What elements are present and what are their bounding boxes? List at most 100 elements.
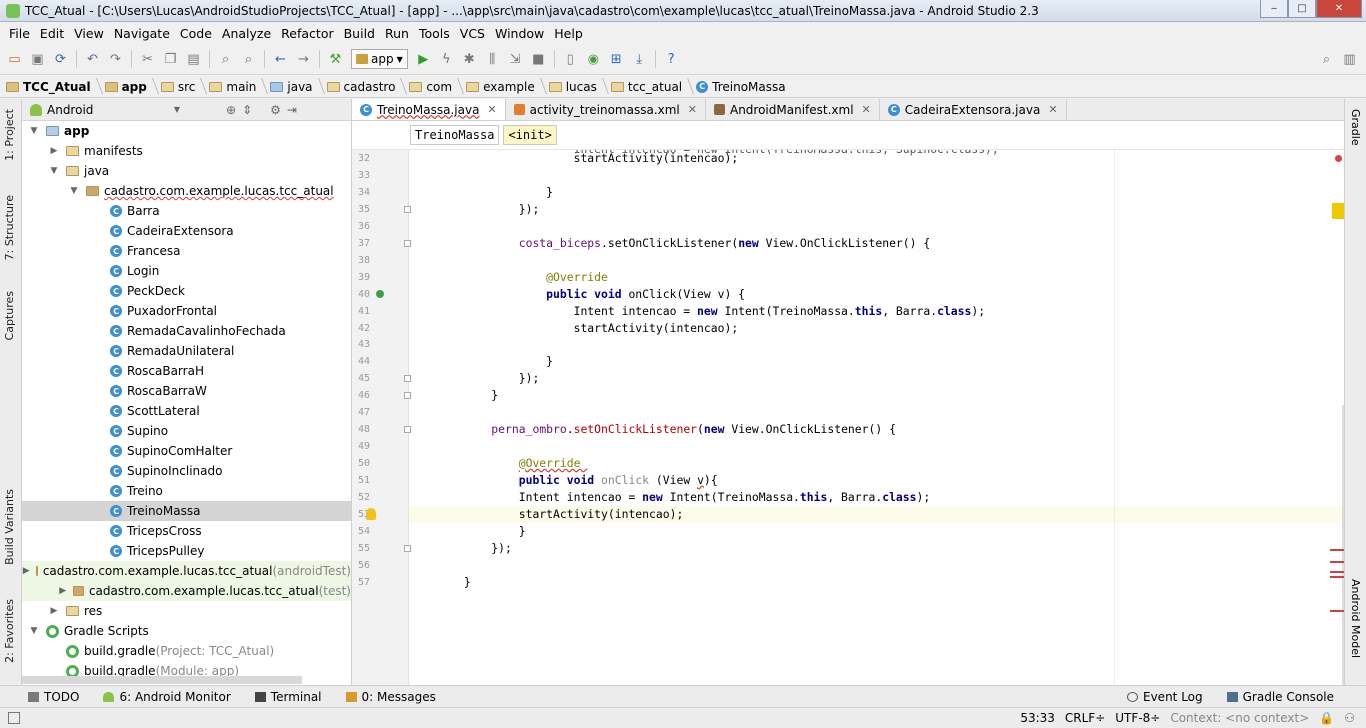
layout-icon[interactable]: ▥ <box>1339 49 1360 70</box>
menu-help[interactable]: Help <box>549 26 588 41</box>
tree-node[interactable]: ▼ app <box>22 121 351 141</box>
copy-icon[interactable]: ❐ <box>160 49 181 70</box>
error-indicator-icon[interactable] <box>1335 155 1342 162</box>
tree-node[interactable]: C SupinoInclinado <box>22 461 351 481</box>
breadcrumb-app[interactable]: app <box>104 80 161 94</box>
maximize-button[interactable]: □ <box>1288 0 1316 18</box>
code-line[interactable]: Intent intencao = new Intent(TreinoMassa… <box>409 489 1344 506</box>
menu-navigate[interactable]: Navigate <box>109 26 175 41</box>
toggle-tool-windows-icon[interactable] <box>8 712 20 724</box>
tab-build-variants[interactable]: Build Variants <box>3 489 16 565</box>
menu-window[interactable]: Window <box>490 26 549 41</box>
error-stripe[interactable] <box>1330 571 1344 573</box>
search-everywhere-icon[interactable]: ⌕ <box>1316 49 1337 70</box>
code-line[interactable]: }); <box>409 540 1344 557</box>
tree-node[interactable]: ▼ Gradle Scripts <box>22 621 351 641</box>
help-icon[interactable]: ? <box>661 49 682 70</box>
tree-node[interactable]: ▼ cadastro.com.example.lucas.tcc_atual <box>22 181 351 201</box>
tree-node[interactable]: build.gradle (Project: TCC_Atual) <box>22 641 351 661</box>
attach-debugger-icon[interactable]: ⇲ <box>505 49 526 70</box>
menu-view[interactable]: View <box>69 26 109 41</box>
tab-gradle[interactable]: Gradle <box>1349 109 1362 146</box>
breadcrumb-com[interactable]: com <box>409 80 466 94</box>
close-icon[interactable]: ✕ <box>862 103 871 116</box>
breadcrumb-treinomassa[interactable]: C TreinoMassa <box>696 80 799 94</box>
tree-node[interactable]: C TricepsCross <box>22 521 351 541</box>
expanded-arrow-icon[interactable]: ▼ <box>28 126 40 136</box>
replace-icon[interactable]: ⌕ <box>238 49 259 70</box>
close-button[interactable]: ✕ <box>1316 0 1362 18</box>
code-line[interactable] <box>409 167 1344 184</box>
profile-icon[interactable]: ⫼ <box>482 49 503 70</box>
tree-node[interactable]: C Francesa <box>22 241 351 261</box>
undo-icon[interactable]: ↶ <box>82 49 103 70</box>
tab-project[interactable]: 1: Project <box>3 109 16 161</box>
avd-manager-icon[interactable]: ▯ <box>560 49 581 70</box>
code-line[interactable]: startActivity(intencao); <box>409 320 1344 337</box>
breadcrumb-cadastro[interactable]: cadastro <box>326 80 410 94</box>
sdk-manager-icon[interactable]: ⤓ <box>629 49 650 70</box>
tree-node[interactable]: C TreinoMassa <box>22 501 351 521</box>
debug-icon[interactable]: ✱ <box>459 49 480 70</box>
collapse-all-icon[interactable]: ⇕ <box>242 103 252 117</box>
line-separator[interactable]: CRLF÷ <box>1060 711 1110 725</box>
inspector-icon[interactable]: ⚇ <box>1339 711 1360 725</box>
code-line[interactable]: costa_biceps.setOnClickListener(new View… <box>409 235 1344 252</box>
menu-code[interactable]: Code <box>175 26 217 41</box>
code-line[interactable]: startActivity(intencao); <box>409 505 1344 523</box>
tree-node[interactable]: ▶ manifests <box>22 141 351 161</box>
menu-build[interactable]: Build <box>339 26 380 41</box>
collapsed-arrow-icon[interactable]: ▶ <box>23 566 30 576</box>
expanded-arrow-icon[interactable]: ▼ <box>28 626 40 636</box>
error-stripe[interactable] <box>1330 561 1344 563</box>
tree-node[interactable]: C CadeiraExtensora <box>22 221 351 241</box>
make-project-icon[interactable]: ⚒ <box>325 49 346 70</box>
tab-favorites[interactable]: 2: Favorites <box>3 599 16 663</box>
expanded-arrow-icon[interactable]: ▼ <box>48 166 60 176</box>
code-line[interactable] <box>409 336 1344 353</box>
tree-node[interactable]: ▶ cadastro.com.example.lucas.tcc_atual (t… <box>22 581 351 601</box>
gradle-console-tool-button[interactable]: Gradle Console <box>1215 690 1366 704</box>
breadcrumb-main[interactable]: main <box>209 80 270 94</box>
forward-icon[interactable]: → <box>293 49 314 70</box>
tab-activity-treinomassa-xml[interactable]: activity_treinomassa.xml ✕ <box>506 99 706 120</box>
tree-node[interactable]: C TricepsPulley <box>22 541 351 561</box>
menu-tools[interactable]: Tools <box>414 26 455 41</box>
lock-icon[interactable]: 🔒 <box>1314 711 1339 725</box>
code-line[interactable]: }); <box>409 201 1344 218</box>
tab-androidmanifest-xml[interactable]: AndroidManifest.xml ✕ <box>706 99 880 120</box>
tree-node[interactable]: C RoscaBarraW <box>22 381 351 401</box>
todo-tool-button[interactable]: TODO <box>0 690 91 704</box>
stop-icon[interactable]: ■ <box>528 49 549 70</box>
override-icon[interactable] <box>376 289 384 298</box>
tree-node[interactable]: C PuxadorFrontal <box>22 301 351 321</box>
code-line[interactable]: } <box>409 387 1344 404</box>
breadcrumb-java[interactable]: java <box>270 80 326 94</box>
code-line[interactable] <box>409 438 1344 455</box>
code-line[interactable]: } <box>409 574 1344 591</box>
apply-changes-icon[interactable]: ϟ <box>436 49 457 70</box>
tree-node[interactable]: C SupinoComHalter <box>22 441 351 461</box>
tree-node[interactable]: C Barra <box>22 201 351 221</box>
code-line[interactable]: Intent intencao = new Intent(TreinoMassa… <box>409 303 1344 320</box>
tree-node[interactable]: C Login <box>22 261 351 281</box>
menu-vcs[interactable]: VCS <box>455 26 490 41</box>
collapsed-arrow-icon[interactable]: ▶ <box>58 586 67 596</box>
terminal-tool-button[interactable]: Terminal <box>243 690 334 704</box>
warning-marker[interactable] <box>1332 203 1344 219</box>
breadcrumb-lucas[interactable]: lucas <box>548 80 611 94</box>
menu-refactor[interactable]: Refactor <box>276 26 338 41</box>
breadcrumb-tcc-atual[interactable]: tcc_atual <box>610 80 696 94</box>
editor-breadcrumb-class[interactable]: TreinoMassa <box>410 125 500 145</box>
menu-analyze[interactable]: Analyze <box>217 26 276 41</box>
code-line[interactable]: public void onClick(View v) { <box>409 286 1344 303</box>
tab-captures[interactable]: Captures <box>3 291 16 340</box>
run-icon[interactable]: ▶ <box>413 49 434 70</box>
android-monitor-tool-button[interactable]: 6: Android Monitor <box>91 690 242 704</box>
code-line[interactable] <box>409 252 1344 269</box>
gear-icon[interactable]: ⚙ <box>270 103 281 117</box>
horizontal-scrollbar[interactable] <box>22 676 302 684</box>
collapsed-arrow-icon[interactable]: ▶ <box>48 606 60 616</box>
tree-node[interactable]: C ScottLateral <box>22 401 351 421</box>
save-icon[interactable]: ▣ <box>27 49 48 70</box>
